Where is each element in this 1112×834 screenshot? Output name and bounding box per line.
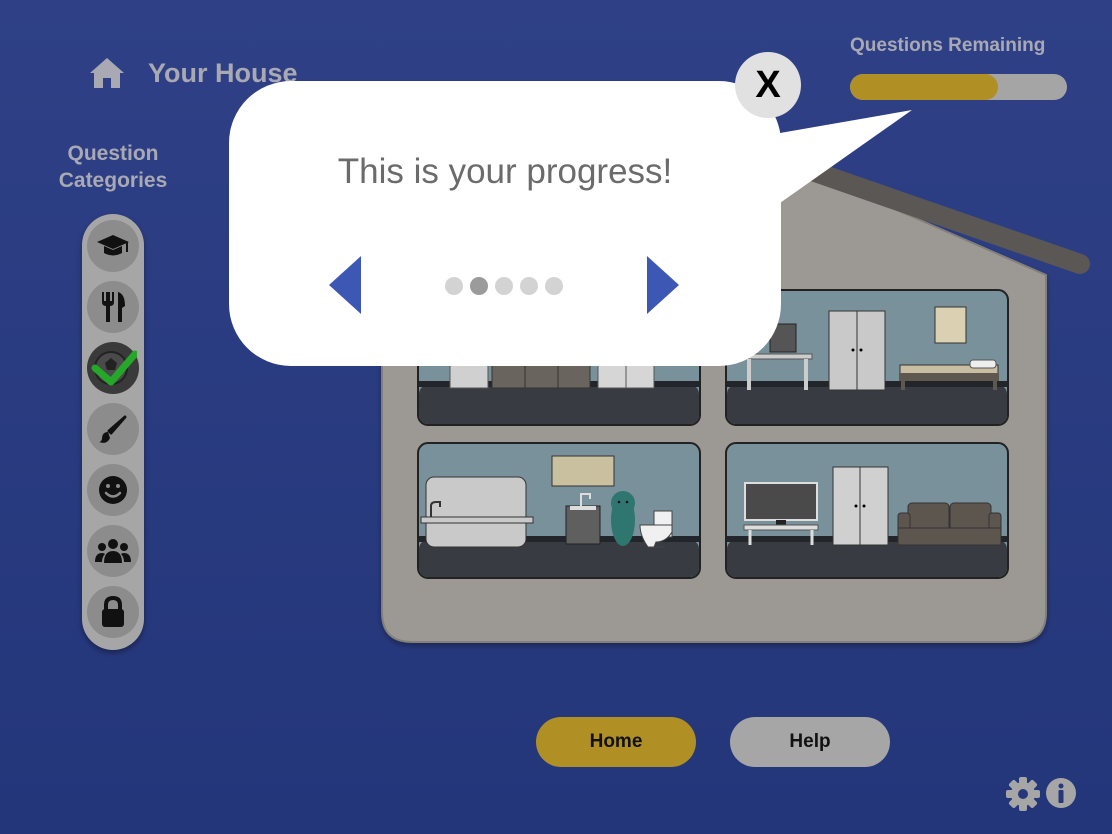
pagination-dot[interactable] [445,277,463,295]
pagination-dot[interactable] [470,277,488,295]
pagination-dot[interactable] [545,277,563,295]
previous-arrow-icon[interactable] [327,254,363,316]
tutorial-message: This is your progress! [337,152,673,191]
gear-icon[interactable] [1005,776,1041,812]
help-button[interactable]: Help [730,717,890,767]
info-icon[interactable] [1045,777,1077,809]
room-living-room[interactable] [725,442,1009,579]
pagination-dot[interactable] [520,277,538,295]
home-button[interactable]: Home [536,717,696,767]
pagination-dots [445,277,563,295]
tutorial-popup: This is your progress! [229,81,781,366]
close-button[interactable]: X [735,52,801,118]
next-arrow-icon[interactable] [645,254,681,316]
room-bathroom[interactable] [417,442,701,579]
pagination-dot[interactable] [495,277,513,295]
